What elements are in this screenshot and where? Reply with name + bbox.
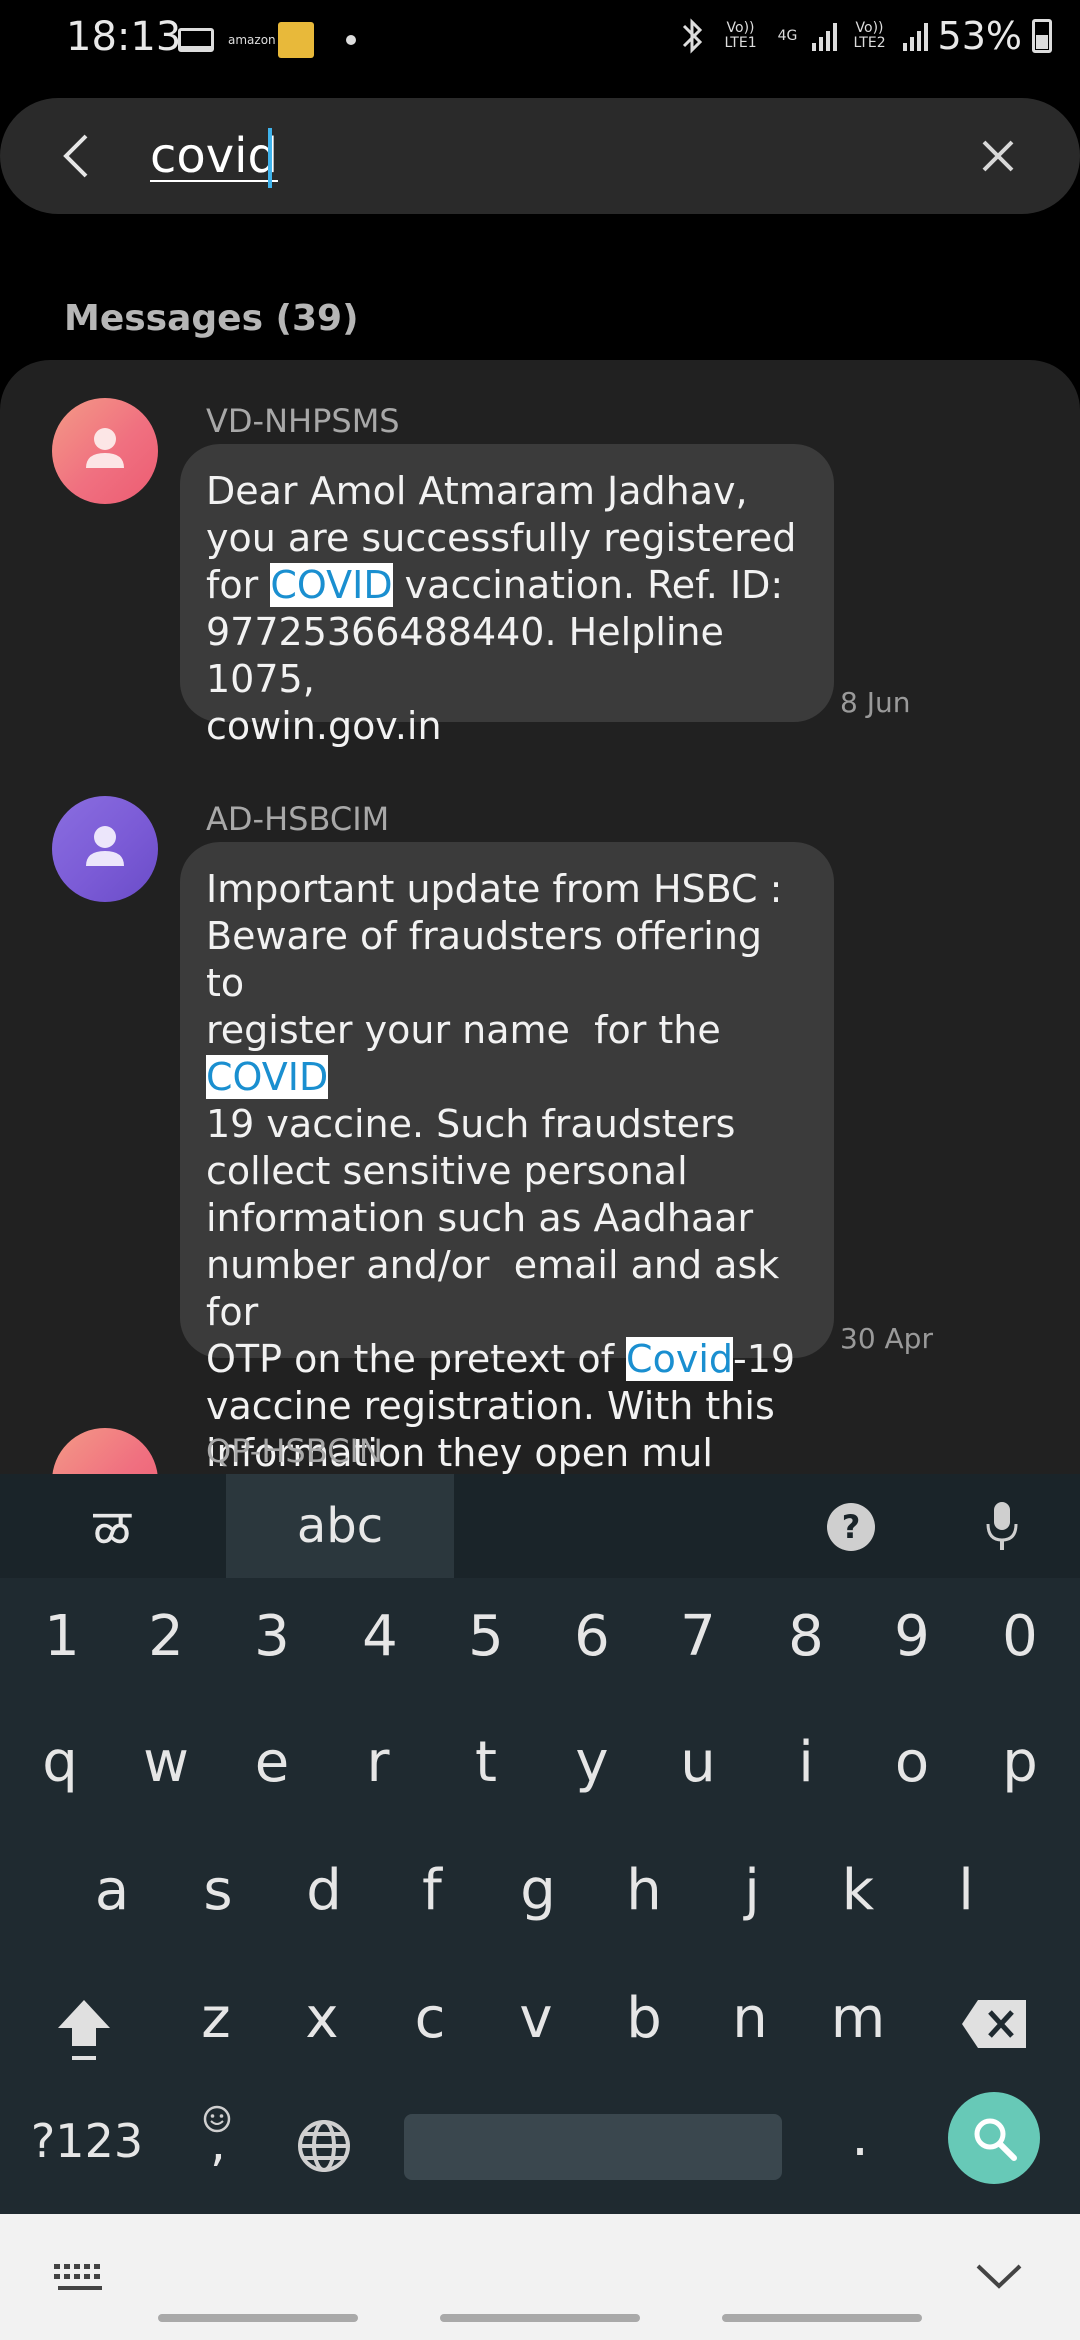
svg-text:?: ?: [842, 1508, 861, 1546]
person-icon: [86, 826, 124, 866]
tab-label: abc: [296, 1498, 384, 1554]
key-1[interactable]: 1: [12, 1604, 112, 1669]
key-7[interactable]: 7: [648, 1604, 748, 1669]
message-date: 8 Jun: [840, 686, 911, 719]
key-d[interactable]: d: [274, 1858, 374, 1923]
globe-icon[interactable]: [296, 2118, 352, 2174]
keyboard-layout-icon[interactable]: [54, 2264, 106, 2294]
hide-keyboard-chevron-icon[interactable]: [974, 2260, 1024, 2294]
search-input[interactable]: [148, 120, 852, 192]
avatar: [52, 398, 158, 504]
sender-name: AD-HSBCIM: [206, 800, 390, 838]
key-v[interactable]: v: [486, 1986, 586, 2051]
key-n[interactable]: n: [700, 1986, 800, 2051]
shift-icon[interactable]: [50, 1994, 118, 2066]
key-l[interactable]: l: [916, 1858, 1016, 1923]
back-arrow-icon[interactable]: [54, 130, 106, 182]
key-9[interactable]: 9: [862, 1604, 962, 1669]
comma-key[interactable]: ,: [168, 2114, 268, 2172]
gesture-bar-center: [440, 2314, 640, 2322]
messages-section-label: Messages (39): [64, 298, 359, 339]
key-6[interactable]: 6: [542, 1604, 642, 1669]
battery-percent: 53%: [937, 14, 1022, 58]
key-j[interactable]: j: [702, 1858, 802, 1923]
symbols-key[interactable]: ?123: [22, 2114, 152, 2168]
tab-marathi[interactable]: ळ: [52, 1474, 172, 1578]
key-5[interactable]: 5: [436, 1604, 536, 1669]
key-m[interactable]: m: [808, 1986, 908, 2051]
laptop-icon: [178, 28, 214, 52]
notification-icons: amazon: [178, 22, 356, 58]
key-a[interactable]: a: [62, 1858, 162, 1923]
amazon-icon: amazon: [228, 33, 276, 47]
space-bar[interactable]: [404, 2114, 782, 2180]
key-x[interactable]: x: [272, 1986, 372, 2051]
person-icon: [86, 428, 124, 468]
backspace-icon[interactable]: [960, 1996, 1030, 2052]
text-cursor: [268, 128, 272, 188]
key-b[interactable]: b: [594, 1986, 694, 2051]
help-icon[interactable]: ?: [826, 1502, 876, 1552]
gesture-bar-left: [158, 2314, 358, 2322]
network-type: 4G: [777, 27, 798, 44]
key-g[interactable]: g: [488, 1858, 588, 1923]
message-bubble[interactable]: Dear Amol Atmaram Jadhav, you are succes…: [180, 444, 834, 748]
results-list: VD-NHPSMS Dear Amol Atmaram Jadhav, you …: [0, 360, 1080, 1540]
signal-icon-1: [811, 21, 837, 51]
search-bar: [0, 98, 1080, 214]
key-s[interactable]: s: [168, 1858, 268, 1923]
search-icon: [974, 2118, 1017, 2161]
key-w[interactable]: w: [116, 1730, 216, 1795]
key-4[interactable]: 4: [330, 1604, 430, 1669]
key-3[interactable]: 3: [222, 1604, 322, 1669]
tab-abc[interactable]: abc: [226, 1474, 454, 1578]
key-o[interactable]: o: [862, 1730, 962, 1795]
tab-label: ळ: [93, 1499, 131, 1557]
key-u[interactable]: u: [648, 1730, 748, 1795]
app-notification-icon: [278, 22, 314, 58]
search-highlight: COVID: [270, 563, 393, 607]
key-2[interactable]: 2: [116, 1604, 216, 1669]
message-date: 30 Apr: [840, 1322, 933, 1355]
key-f[interactable]: f: [382, 1858, 482, 1923]
key-r[interactable]: r: [328, 1730, 428, 1795]
system-icons: Vo)) LTE1 4G Vo)) LTE2 53%: [678, 14, 1052, 58]
message-bubble[interactable]: Important update from HSBC : Beware of f…: [180, 842, 834, 1475]
key-c[interactable]: c: [380, 1986, 480, 2051]
sender-name: QP-HSBCIN: [206, 1432, 383, 1470]
search-button[interactable]: [948, 2092, 1040, 2184]
bluetooth-icon: [682, 18, 702, 54]
key-t[interactable]: t: [436, 1730, 536, 1795]
key-8[interactable]: 8: [756, 1604, 856, 1669]
keyboard-bottom-bar: [0, 2214, 1080, 2340]
battery-icon: [1032, 19, 1052, 53]
sim1-label: Vo)) LTE1: [724, 20, 757, 51]
key-k[interactable]: k: [808, 1858, 908, 1923]
key-0[interactable]: 0: [970, 1604, 1070, 1669]
microphone-icon[interactable]: [982, 1496, 1022, 1556]
keyboard: ळ abc ? 1 2 3 4 5 6 7 8 9 0 q w e r t y: [0, 1474, 1080, 2214]
sim2-label: Vo)) LTE2: [853, 20, 886, 51]
period-key[interactable]: .: [810, 2104, 910, 2169]
signal-icon-2: [902, 21, 928, 51]
key-p[interactable]: p: [970, 1730, 1070, 1795]
clear-icon[interactable]: [970, 128, 1026, 184]
gesture-bar-right: [722, 2314, 922, 2322]
key-y[interactable]: y: [542, 1730, 642, 1795]
search-highlight: Covid: [626, 1337, 733, 1381]
message-text: Important update from HSBC : Beware of f…: [206, 867, 783, 1052]
keyboard-toolbar: ळ abc ?: [0, 1474, 1080, 1578]
search-highlight: COVID: [206, 1055, 329, 1099]
key-i[interactable]: i: [756, 1730, 856, 1795]
key-z[interactable]: z: [166, 1986, 266, 2051]
status-bar: 18:13 amazon Vo)) LTE1 4G Vo)) LTE2 53%: [0, 0, 1080, 84]
avatar: [52, 796, 158, 902]
more-notifications-dot: [346, 35, 356, 45]
key-e[interactable]: e: [222, 1730, 322, 1795]
key-q[interactable]: q: [10, 1730, 110, 1795]
sender-name: VD-NHPSMS: [206, 402, 400, 440]
key-h[interactable]: h: [594, 1858, 694, 1923]
status-time: 18:13: [66, 14, 182, 60]
